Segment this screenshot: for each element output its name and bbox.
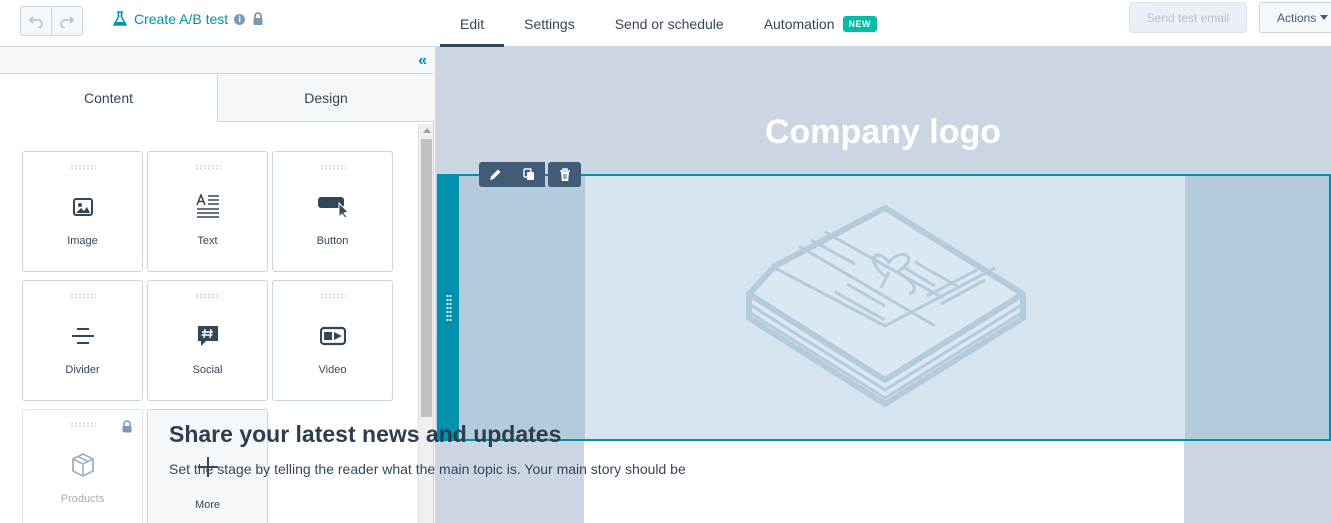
left-panel: « Content Design Image Text Button Divid… bbox=[0, 47, 434, 523]
email-body-text[interactable]: Set the stage by telling the reader what… bbox=[169, 461, 686, 477]
drag-grip-icon bbox=[195, 164, 221, 170]
tab-automation-label: Automation bbox=[763, 15, 835, 32]
lock-icon bbox=[253, 12, 263, 25]
actions-label: Actions bbox=[1277, 10, 1317, 25]
redo-button[interactable] bbox=[51, 7, 82, 35]
module-video[interactable]: Video bbox=[272, 280, 393, 401]
ab-test-label: Create A/B test bbox=[134, 11, 229, 27]
tab-send-label: Send or schedule bbox=[614, 15, 724, 32]
tab-send-or-schedule[interactable]: Send or schedule bbox=[595, 0, 744, 47]
drag-grip-icon bbox=[70, 293, 96, 299]
module-label: Divider bbox=[65, 364, 100, 376]
module-label: Social bbox=[192, 364, 223, 376]
panel-collapse-row: « bbox=[0, 47, 434, 74]
tab-design[interactable]: Design bbox=[217, 74, 434, 122]
create-ab-test-link[interactable]: Create A/B test i bbox=[112, 9, 265, 29]
newspaper-illustration-icon bbox=[746, 205, 1026, 407]
flask-icon bbox=[113, 11, 127, 26]
copy-icon bbox=[522, 168, 534, 180]
tab-settings[interactable]: Settings bbox=[504, 0, 595, 47]
selected-image-module[interactable] bbox=[437, 174, 1331, 441]
trash-icon bbox=[559, 167, 570, 181]
undo-redo-group bbox=[20, 6, 83, 36]
delete-button[interactable] bbox=[548, 162, 581, 187]
edit-button[interactable] bbox=[479, 162, 512, 187]
module-label: More bbox=[194, 499, 221, 511]
image-icon bbox=[72, 198, 93, 216]
module-divider[interactable]: Divider bbox=[22, 280, 143, 401]
module-image[interactable]: Image bbox=[22, 151, 143, 272]
module-label: Video bbox=[318, 364, 347, 376]
panel-tabs: Content Design bbox=[0, 74, 434, 122]
tab-settings-label: Settings bbox=[524, 15, 575, 32]
tab-automation[interactable]: Automation NEW bbox=[744, 0, 897, 47]
email-canvas: Company logo bbox=[435, 47, 1331, 523]
pencil-icon bbox=[490, 169, 501, 180]
caret-down-icon bbox=[1320, 15, 1329, 20]
undo-icon bbox=[29, 16, 44, 28]
top-bar: Create A/B test i Edit Settings Send or … bbox=[0, 0, 1331, 47]
email-headline[interactable]: Share your latest news and updates bbox=[169, 421, 561, 448]
scrollbar-thumb[interactable] bbox=[421, 139, 432, 417]
module-label: Text bbox=[197, 235, 218, 247]
button-icon bbox=[317, 197, 349, 218]
actions-dropdown[interactable]: Actions bbox=[1259, 2, 1331, 33]
drag-grip-icon bbox=[70, 422, 96, 428]
module-social[interactable]: Social bbox=[147, 280, 268, 401]
scroll-up-icon[interactable] bbox=[423, 128, 431, 133]
editor-nav: Edit Settings Send or schedule Automatio… bbox=[440, 0, 897, 47]
drag-grip-icon bbox=[320, 293, 346, 299]
drag-grip-icon bbox=[70, 164, 96, 170]
tab-edit-label: Edit bbox=[460, 15, 485, 32]
module-label: Button bbox=[316, 235, 349, 247]
products-icon bbox=[71, 452, 94, 478]
duplicate-button[interactable] bbox=[512, 162, 545, 187]
module-label: Image bbox=[67, 235, 98, 247]
send-test-email-button[interactable]: Send test email bbox=[1129, 2, 1247, 33]
text-icon bbox=[195, 194, 219, 218]
redo-icon bbox=[60, 16, 75, 28]
module-products[interactable]: Products bbox=[22, 409, 143, 523]
module-label: Products bbox=[60, 493, 105, 505]
social-icon bbox=[197, 326, 218, 346]
info-icon[interactable]: i bbox=[234, 13, 246, 25]
module-text[interactable]: Text bbox=[147, 151, 268, 272]
lock-icon bbox=[122, 420, 132, 433]
drag-grip-icon bbox=[195, 293, 221, 299]
drag-handle[interactable] bbox=[439, 176, 459, 439]
undo-button[interactable] bbox=[21, 7, 51, 35]
module-toolbar bbox=[479, 162, 581, 187]
tab-edit[interactable]: Edit bbox=[440, 0, 505, 47]
company-logo[interactable]: Company logo bbox=[435, 113, 1331, 152]
new-badge: NEW bbox=[842, 15, 878, 32]
collapse-sidebar-icon[interactable]: « bbox=[418, 52, 427, 70]
drag-dots-icon bbox=[446, 294, 452, 322]
drag-grip-icon bbox=[320, 164, 346, 170]
module-button[interactable]: Button bbox=[272, 151, 393, 272]
hero-image-placeholder[interactable] bbox=[585, 176, 1185, 439]
tab-content[interactable]: Content bbox=[0, 74, 217, 122]
video-icon bbox=[319, 326, 346, 346]
divider-icon bbox=[71, 328, 94, 344]
